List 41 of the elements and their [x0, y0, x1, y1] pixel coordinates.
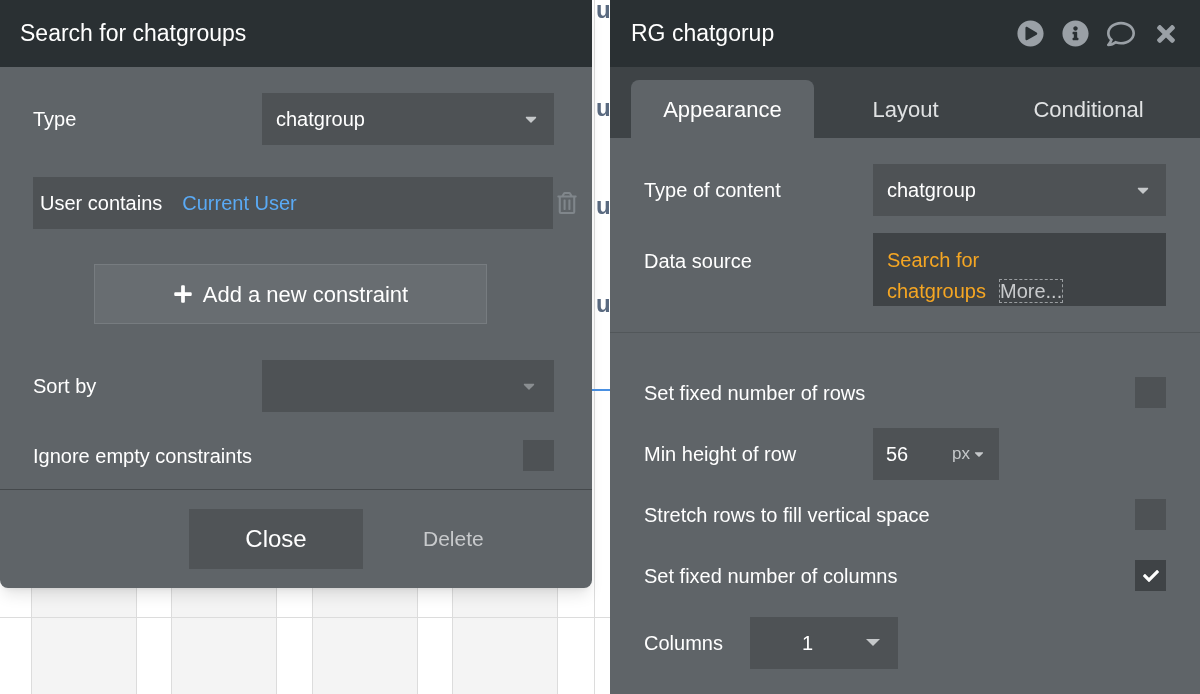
field-label: Ignore empty constraints	[33, 443, 252, 469]
tab[interactable]: Conditional	[997, 80, 1180, 138]
checkbox[interactable]	[1135, 560, 1166, 591]
field-label: Data source	[644, 249, 752, 274]
info-icon[interactable]	[1062, 20, 1089, 47]
field-value: 56	[886, 441, 909, 467]
plus-icon	[172, 284, 193, 304]
canvas-text-fragment: u	[596, 93, 611, 123]
constraint-row[interactable]: User contains Current User	[33, 177, 553, 229]
play-icon[interactable]	[1017, 20, 1044, 47]
panel-title: Search for chatgroups	[20, 19, 247, 49]
checkmark-icon	[1142, 567, 1159, 584]
setting-label: Set fixed number of columns	[644, 563, 898, 589]
setting-label: Set fixed number of rows	[644, 380, 866, 406]
comment-icon[interactable]	[1107, 19, 1135, 48]
field-label: Type	[33, 107, 77, 132]
columns-dropdown[interactable]: 1	[750, 616, 898, 669]
tab[interactable]: Appearance	[631, 80, 814, 138]
unit-selector[interactable]: px	[952, 440, 986, 467]
canvas-text-fragment: u	[596, 191, 611, 221]
field-label: Type of content	[644, 178, 781, 203]
panel-title: RG chatgorup	[631, 19, 775, 49]
canvas-text-fragment: u	[596, 289, 611, 319]
data-source-field[interactable]: Search for chatgroups More...	[873, 233, 1166, 306]
delete-button[interactable]: Delete	[423, 523, 484, 555]
content-type-dropdown[interactable]: chatgroup	[873, 164, 1166, 216]
canvas-selection-line	[592, 389, 610, 391]
add-constraint-button[interactable]: Add a new constraint	[94, 264, 487, 324]
caret-icon	[866, 639, 880, 646]
number-field[interactable]: 56 px	[873, 427, 999, 480]
setting-label: Columns	[644, 631, 723, 654]
close-button[interactable]: Close	[189, 509, 363, 569]
type-dropdown[interactable]: chatgroup	[262, 93, 554, 145]
canvas-text-fragment: u	[596, 0, 611, 25]
setting-label: Stretch rows to fill vertical space	[644, 502, 930, 528]
data-source-expression[interactable]: Search for chatgroups	[887, 245, 999, 307]
tab[interactable]: Layout	[814, 80, 997, 138]
more-link[interactable]: More...	[999, 279, 1064, 303]
setting-label: Min height of row	[644, 442, 797, 465]
constraint-field: User contains	[40, 188, 163, 218]
field-label: Sort by	[33, 374, 97, 399]
